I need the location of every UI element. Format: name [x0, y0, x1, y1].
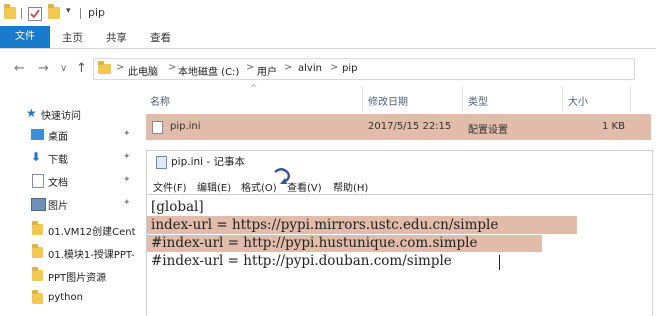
notepad-menu-bar: 文件(F) 编辑(E) 格式(O) 查看(V) 帮助(H)	[147, 176, 652, 194]
customize-quick-access-icon[interactable]: ▾	[66, 6, 71, 16]
ribbon-tabs: 文件 主页 共享 查看	[0, 26, 656, 49]
tab-share[interactable]: 共享	[106, 30, 127, 45]
window-border	[147, 150, 652, 151]
file-row[interactable]: pip.ini 2017/5/15 22:15 配置设置 1 KB	[146, 114, 651, 140]
separator	[80, 8, 81, 19]
pin-icon: ✦	[123, 198, 131, 208]
column-divider[interactable]	[630, 86, 631, 112]
column-divider[interactable]	[362, 86, 363, 112]
column-header-name[interactable]: 名称	[150, 93, 170, 108]
sidebar-item-label: 快速访问	[41, 111, 81, 122]
sidebar-item-pictures[interactable]: 图片 ✦	[0, 194, 146, 214]
notepad-title: pip.ini - 记事本	[171, 156, 246, 168]
breadcrumb-separator: >	[116, 62, 125, 73]
sidebar-item-desktop[interactable]: 桌面 ✦	[0, 125, 146, 145]
breadcrumb-separator: >	[168, 62, 177, 73]
sidebar-item-documents[interactable]: 文档 ✦	[0, 171, 146, 191]
column-divider[interactable]	[562, 86, 563, 112]
sidebar-item-label: 图片	[48, 201, 68, 212]
column-header-size[interactable]: 大小	[568, 93, 588, 108]
tab-home[interactable]: 主页	[62, 30, 83, 45]
forward-arrow-icon[interactable]: →	[38, 61, 49, 76]
column-header-modified[interactable]: 修改日期	[368, 93, 408, 108]
sidebar-item-downloads[interactable]: ⬇ 下载 ✦	[0, 148, 146, 168]
menu-file[interactable]: 文件(F)	[153, 179, 187, 194]
sort-ascending-icon: ^	[250, 84, 258, 94]
sidebar-item-folder-vm12[interactable]: 01.VM12创建Cent	[0, 219, 146, 239]
new-folder-icon[interactable]	[48, 4, 60, 19]
notepad-text-area[interactable]: [global] index-url = https://pypi.mirror…	[147, 194, 652, 316]
title-bar: ▾ pip	[0, 0, 656, 26]
breadcrumb-this-pc[interactable]: 此电脑	[128, 63, 158, 78]
pin-icon: ✦	[123, 175, 131, 185]
download-icon: ⬇	[31, 150, 42, 164]
sidebar-item-folder-python[interactable]: python	[0, 288, 146, 308]
file-name: pip.ini	[170, 121, 201, 132]
folder-icon	[4, 4, 16, 19]
menu-help[interactable]: 帮助(H)	[333, 179, 368, 194]
file-size: 1 KB	[602, 121, 625, 132]
back-arrow-icon[interactable]: ←	[14, 61, 25, 76]
sidebar-item-label: PPT图片资源	[48, 273, 107, 284]
menu-edit[interactable]: 编辑(E)	[197, 179, 231, 194]
column-headers: 名称 ^ 修改日期 类型 大小	[146, 84, 656, 112]
tab-view[interactable]: 查看	[150, 30, 171, 45]
desktop-icon	[31, 129, 44, 140]
sidebar-item-label: 01.模块1-授课PPT-	[48, 250, 135, 261]
notepad-window[interactable]: pip.ini - 记事本 文件(F) 编辑(E) 格式(O) 查看(V) 帮助…	[146, 150, 653, 315]
pin-icon: ✦	[123, 129, 131, 139]
navigation-pane: ★ 快速访问 桌面 ✦ ⬇ 下载 ✦ 文档 ✦ 图片 ✦ 01.VM12创建Ce…	[0, 96, 146, 315]
sidebar-item-label: 文档	[48, 178, 68, 189]
recent-locations-icon[interactable]: ∨	[60, 63, 67, 74]
sidebar-item-label: 下载	[48, 155, 68, 166]
folder-icon	[32, 290, 43, 304]
window-title: pip	[88, 6, 106, 19]
tab-file[interactable]: 文件	[0, 26, 50, 48]
properties-icon[interactable]	[28, 7, 42, 21]
text-line: [global]	[151, 199, 204, 215]
sidebar-item-label: python	[48, 292, 83, 303]
sidebar-item-folder-module1[interactable]: 01.模块1-授课PPT-	[0, 242, 146, 262]
cursor-arrow-icon	[274, 168, 291, 184]
text-line: index-url = https://pypi.mirrors.ustc.ed…	[151, 217, 499, 233]
pin-icon: ✦	[123, 152, 131, 162]
breadcrumb-users[interactable]: 用户	[257, 63, 277, 78]
address-bar[interactable]: > 此电脑 > 本地磁盘 (C:) > 用户 > alvin > pip	[93, 58, 635, 80]
breadcrumb-separator: >	[284, 62, 293, 73]
file-modified: 2017/5/15 22:15	[368, 121, 452, 132]
folder-icon	[32, 244, 43, 258]
folder-icon	[32, 221, 43, 235]
breadcrumb-local-disk[interactable]: 本地磁盘 (C:)	[178, 63, 239, 78]
star-icon: ★	[26, 106, 37, 120]
folder-icon	[32, 267, 43, 281]
column-header-type[interactable]: 类型	[468, 93, 488, 108]
sidebar-item-folder-ppt-images[interactable]: PPT图片资源	[0, 265, 146, 285]
breadcrumb-alvin[interactable]: alvin	[298, 63, 322, 74]
breadcrumb-separator: >	[246, 62, 255, 73]
navigation-bar: ← → ∨ ↑ > 此电脑 > 本地磁盘 (C:) > 用户 > alvin >…	[0, 56, 656, 82]
notepad-icon	[156, 156, 167, 169]
text-caret	[499, 255, 500, 270]
document-icon	[32, 174, 44, 188]
file-type: 配置设置	[468, 125, 508, 136]
breadcrumb-separator: >	[330, 62, 339, 73]
ini-file-icon	[152, 121, 163, 134]
text-line: #index-url = http://pypi.hustunique.com.…	[151, 235, 478, 251]
sidebar-item-quick-access[interactable]: ★ 快速访问	[0, 104, 146, 124]
text-line: #index-url = http://pypi.douban.com/simp…	[151, 253, 452, 269]
up-arrow-icon[interactable]: ↑	[76, 61, 87, 76]
sidebar-item-label: 桌面	[48, 132, 68, 143]
separator	[21, 8, 22, 19]
picture-icon	[31, 198, 46, 211]
sidebar-item-label: 01.VM12创建Cent	[48, 227, 136, 238]
column-divider[interactable]	[462, 86, 463, 112]
breadcrumb-pip[interactable]: pip	[342, 63, 357, 74]
folder-icon	[98, 61, 111, 74]
